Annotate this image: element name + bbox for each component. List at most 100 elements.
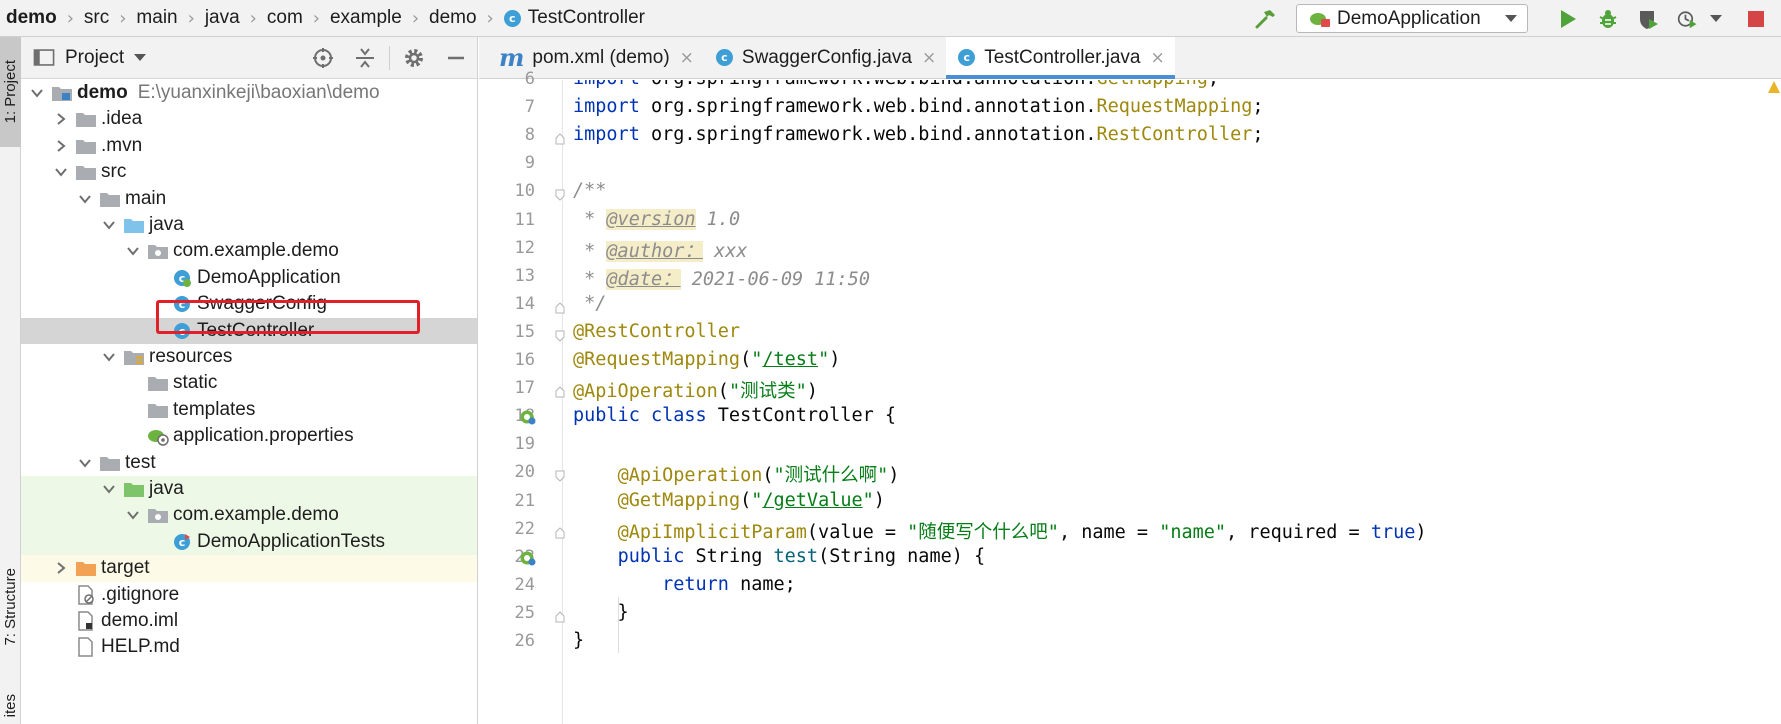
breadcrumb-label: example bbox=[329, 7, 402, 28]
line-number: 13 bbox=[514, 265, 535, 286]
tree-node[interactable]: test bbox=[21, 450, 477, 476]
chevron-down-icon[interactable] bbox=[53, 164, 69, 180]
tree-node-label: target bbox=[101, 557, 150, 579]
tree-node-name: static bbox=[173, 372, 218, 394]
tree-node[interactable]: c DemoApplication bbox=[21, 265, 477, 291]
tree-node-label: .mvn bbox=[101, 135, 142, 157]
close-icon[interactable]: × bbox=[1151, 48, 1165, 68]
tree-node[interactable]: main bbox=[21, 186, 477, 212]
tree-node[interactable]: java bbox=[21, 476, 477, 503]
chevron-right-icon[interactable] bbox=[53, 111, 69, 127]
tree-node[interactable]: demo E:\yuanxinkeji\baoxian\demo bbox=[21, 80, 477, 106]
tree-node-name: java bbox=[149, 478, 184, 499]
breadcrumb-item[interactable]: main bbox=[136, 7, 177, 29]
tree-node-name: DemoApplicationTests bbox=[197, 530, 385, 552]
debug-icon[interactable] bbox=[1597, 8, 1619, 30]
tree-node-name: DemoApplication bbox=[197, 266, 341, 288]
tree-node[interactable]: target bbox=[21, 555, 477, 582]
close-icon[interactable]: × bbox=[680, 48, 694, 68]
tree-node[interactable]: templates bbox=[21, 397, 477, 423]
tree-node[interactable]: .gitignore bbox=[21, 582, 477, 608]
chevron-right-icon[interactable] bbox=[53, 560, 69, 576]
breadcrumb-item[interactable]: demo bbox=[6, 7, 57, 29]
close-icon[interactable]: × bbox=[922, 48, 936, 68]
structure-tool-button[interactable]: 7: Structure bbox=[0, 547, 21, 667]
tree-node[interactable]: com.example.demo bbox=[21, 502, 477, 529]
stop-icon[interactable] bbox=[1745, 8, 1767, 30]
spring-bean-icon[interactable] bbox=[519, 408, 537, 426]
tree-node[interactable]: java bbox=[21, 212, 477, 238]
tree-node[interactable]: demo.iml bbox=[21, 608, 477, 634]
favorites-tool-button[interactable]: ites bbox=[0, 687, 21, 724]
spring-boot-icon bbox=[1310, 12, 1330, 27]
minimize-icon[interactable] bbox=[444, 46, 468, 70]
project-tool-button[interactable]: 1: Project bbox=[0, 37, 21, 147]
chevron-down-icon[interactable] bbox=[134, 54, 147, 61]
tree-node[interactable]: application.properties bbox=[21, 423, 477, 449]
maven-icon: m bbox=[499, 43, 525, 72]
run-configuration-select[interactable]: DemoApplication bbox=[1296, 4, 1528, 33]
tree-node-label: static bbox=[173, 372, 217, 394]
tree-node-label: java bbox=[149, 478, 184, 500]
chevron-right-icon[interactable] bbox=[53, 138, 69, 154]
gear-icon[interactable] bbox=[402, 46, 426, 70]
line-number: 9 bbox=[524, 153, 535, 174]
tree-node[interactable]: com.example.demo bbox=[21, 238, 477, 264]
chevron-down-icon[interactable] bbox=[29, 85, 45, 101]
code-line: public String test(String name) { bbox=[617, 545, 986, 567]
class-icon: c bbox=[715, 49, 733, 66]
warning-icon[interactable] bbox=[1767, 80, 1781, 94]
chevron-down-icon[interactable] bbox=[125, 507, 141, 523]
project-panel-title[interactable]: Project bbox=[65, 47, 124, 69]
spring-mapping-icon[interactable] bbox=[519, 549, 537, 567]
svg-text:c: c bbox=[179, 536, 186, 549]
breadcrumb-item[interactable]: java bbox=[205, 7, 240, 29]
iml-file-icon bbox=[75, 611, 97, 631]
chevron-down-icon[interactable] bbox=[77, 455, 93, 471]
run-icon[interactable] bbox=[1557, 8, 1579, 30]
editor-tab[interactable]: c TestController.java × bbox=[946, 37, 1175, 79]
profile-icon[interactable] bbox=[1677, 8, 1699, 30]
toolbar-right: DemoApplication bbox=[1254, 0, 1781, 37]
breadcrumb-separator: › bbox=[486, 7, 494, 29]
chevron-down-icon[interactable] bbox=[1710, 15, 1722, 22]
tree-node[interactable]: .mvn bbox=[21, 133, 477, 159]
chevron-down-icon[interactable] bbox=[125, 243, 141, 259]
code-line: } bbox=[573, 630, 585, 651]
tree-node[interactable]: src bbox=[21, 159, 477, 185]
tree-node-label: main bbox=[125, 188, 166, 210]
code-line: return name; bbox=[662, 573, 796, 595]
code-line: import org.springframework.web.bind.anno… bbox=[573, 80, 1219, 89]
chevron-down-icon[interactable] bbox=[101, 481, 117, 497]
hammer-icon[interactable] bbox=[1254, 7, 1278, 31]
tree-node[interactable]: HELP.md bbox=[21, 634, 477, 660]
editor-tab[interactable]: c SwaggerConfig.java × bbox=[704, 37, 946, 78]
tree-node-name: templates bbox=[173, 398, 256, 420]
breadcrumb-item[interactable]: com bbox=[267, 7, 303, 29]
chevron-down-icon bbox=[1505, 15, 1517, 22]
tree-node-name: target bbox=[101, 557, 150, 579]
locate-icon[interactable] bbox=[311, 46, 335, 70]
chevron-down-icon[interactable] bbox=[101, 349, 117, 365]
tree-node[interactable]: c DemoApplicationTests bbox=[21, 528, 477, 556]
breadcrumb-item[interactable]: example bbox=[330, 7, 402, 29]
editor-tab-label: TestController.java bbox=[984, 46, 1141, 68]
breadcrumb-item[interactable]: demo bbox=[429, 7, 477, 29]
tree-node-name: com.example.demo bbox=[173, 240, 339, 262]
tree-node[interactable]: resources bbox=[21, 344, 477, 370]
collapse-all-icon[interactable] bbox=[353, 46, 377, 70]
chevron-down-icon[interactable] bbox=[77, 191, 93, 207]
tree-node[interactable]: .idea bbox=[21, 106, 477, 132]
coverage-icon[interactable] bbox=[1637, 8, 1659, 30]
breadcrumb-item[interactable]: src bbox=[84, 7, 109, 29]
tree-node-name: java bbox=[149, 214, 184, 235]
breadcrumb-item[interactable]: c TestController bbox=[503, 7, 645, 29]
tree-node-name: demo.iml bbox=[101, 610, 179, 631]
code-area[interactable]: import org.springframework.web.bind.anno… bbox=[563, 80, 1781, 724]
tree-node[interactable]: static bbox=[21, 370, 477, 396]
tree-node-label: com.example.demo bbox=[173, 504, 339, 526]
project-panel: Project demo E:\yuanxinkeji\baoxian\demo.… bbox=[21, 37, 478, 724]
folder-icon bbox=[147, 373, 169, 393]
run-configuration-label: DemoApplication bbox=[1337, 7, 1481, 29]
chevron-down-icon[interactable] bbox=[101, 217, 117, 233]
